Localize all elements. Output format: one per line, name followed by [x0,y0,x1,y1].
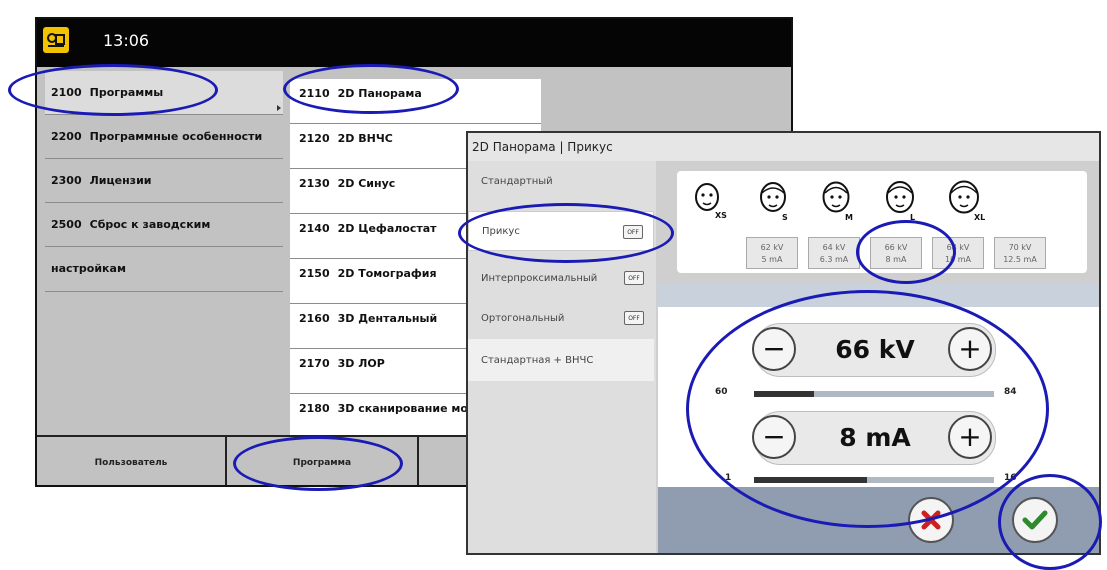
kv-increase-button[interactable]: + [948,327,992,371]
patient-size-label: S [782,213,788,222]
program-label: 2D ВНЧС [337,132,393,145]
option-standard[interactable]: Стандартный [468,161,654,201]
preset-ma: 8 mA [885,255,907,264]
menu-item-programs[interactable]: 2100 Программы [45,71,283,115]
kv-max-label: 84 [1004,387,1017,397]
confirm-button[interactable] [1012,497,1058,543]
menu-level-1: 2100 Программы 2200 Программные особенност… [45,71,283,292]
preset-xl[interactable]: 70 kV 12.5 mA [994,237,1046,269]
status-bar: 13:06 [37,19,791,67]
close-icon [921,510,941,530]
ma-decrease-button[interactable]: − [752,415,796,459]
menu-item-factory-reset[interactable]: 2500 Сброс к заводским настройкам [45,203,283,275]
cancel-button[interactable] [908,497,954,543]
program-label: 3D сканирование мод [337,402,477,415]
menu-item-code: 2500 [51,218,82,231]
patient-size-label: M [845,213,853,222]
option-label: Стандартный [481,175,553,187]
kv-range-fill [754,391,814,397]
preset-kv: 70 kV [1008,243,1032,252]
clock-time: 13:06 [103,31,150,50]
patient-size-label: L [910,213,916,222]
program-code: 2110 [299,87,330,100]
program-code: 2180 [299,402,330,415]
kv-value: 66 kV [835,335,915,364]
ma-increase-button[interactable]: + [948,415,992,459]
option-label: Интерпроксимальный [481,272,598,284]
preset-kv: 66 kV [884,243,908,252]
program-label: 3D ЛОР [337,357,385,370]
program-code: 2140 [299,222,330,235]
option-list: Стандартный Прикус OFF Интерпроксимальны… [468,161,656,553]
program-code: 2130 [299,177,330,190]
option-bite[interactable]: Прикус OFF [468,211,654,251]
preset-ma: 5 mA [761,255,783,264]
program-code: 2160 [299,312,330,325]
program-label: 2D Панорама [337,87,422,100]
preset-ma: 10 mA [945,255,971,264]
plus-icon: + [958,332,982,365]
program-label: 2D Томография [337,267,437,280]
program-label: 2D Синус [337,177,396,190]
menu-item-label: Программы [89,86,164,99]
menu-item-code: 2200 [51,130,82,143]
program-code: 2170 [299,357,330,370]
chevron-right-icon [277,105,281,111]
program-settings-dialog: 2D Панорама | Прикус Стандартный Прикус … [466,131,1101,555]
patient-size-label: XS [715,211,727,220]
kv-decrease-button[interactable]: − [752,327,796,371]
ma-max-label: 16 [1004,473,1017,483]
patient-size-label: XL [974,213,986,222]
ma-range-fill [754,477,867,483]
preset-xs[interactable]: 62 kV 5 mA [746,237,798,269]
menu-item-label: Лицензии [89,174,152,187]
kv-min-label: 60 [715,387,728,397]
option-label: Прикус [482,225,520,237]
option-standard-tmj[interactable]: Стандартная + ВНЧС [468,339,654,381]
ma-value: 8 mA [839,423,911,452]
option-label: Стандартная + ВНЧС [481,354,594,366]
bite-toggle[interactable]: OFF [623,225,643,239]
program-code: 2120 [299,132,330,145]
dentist-app-icon [43,27,69,53]
menu-item-label: Программные особенности [89,130,263,143]
dialog-title: 2D Панорама | Прикус [468,133,1099,161]
option-label: Ортогональный [481,312,565,324]
separator-band [658,283,1099,307]
exposure-controls: 66 kV − + 60 84 8 mA − + 1 16 [658,307,1099,487]
menu-item-code: 2100 [51,86,82,99]
program-item-2d-panorama[interactable]: 2110 2D Панорама [290,79,541,124]
preset-l[interactable]: 68 kV 10 mA [932,237,984,269]
preset-kv: 62 kV [760,243,784,252]
ma-range-slider[interactable] [754,477,994,483]
plus-icon: + [958,420,982,453]
tab-label: Программа [292,458,352,468]
menu-item-code: 2300 [51,174,82,187]
option-interproximal[interactable]: Интерпроксимальный OFF [468,258,654,298]
preset-kv: 64 kV [822,243,846,252]
minus-icon: − [762,420,786,453]
tab-program[interactable]: Программа [227,437,419,485]
menu-item-program-features[interactable]: 2200 Программные особенности [45,115,283,159]
preset-m[interactable]: 66 kV 8 mA [870,237,922,269]
preset-ma: 6.3 mA [819,255,849,264]
kv-range-slider[interactable] [754,391,994,397]
program-label: 3D Дентальный [337,312,438,325]
interproximal-toggle[interactable]: OFF [624,271,644,285]
ma-min-label: 1 [725,473,732,483]
preset-ma: 12.5 mA [1003,255,1037,264]
tab-user[interactable]: Пользователь [37,437,227,485]
option-orthogonal[interactable]: Ортогональный OFF [468,298,654,338]
program-code: 2150 [299,267,330,280]
tab-label: Пользователь [94,458,168,468]
menu-item-licenses[interactable]: 2300 Лицензии [45,159,283,203]
orthogonal-toggle[interactable]: OFF [624,311,644,325]
minus-icon: − [762,332,786,365]
program-label: 2D Цефалостат [337,222,437,235]
preset-s[interactable]: 64 kV 6.3 mA [808,237,860,269]
checkmark-icon [1022,510,1048,530]
preset-kv: 68 kV [946,243,970,252]
